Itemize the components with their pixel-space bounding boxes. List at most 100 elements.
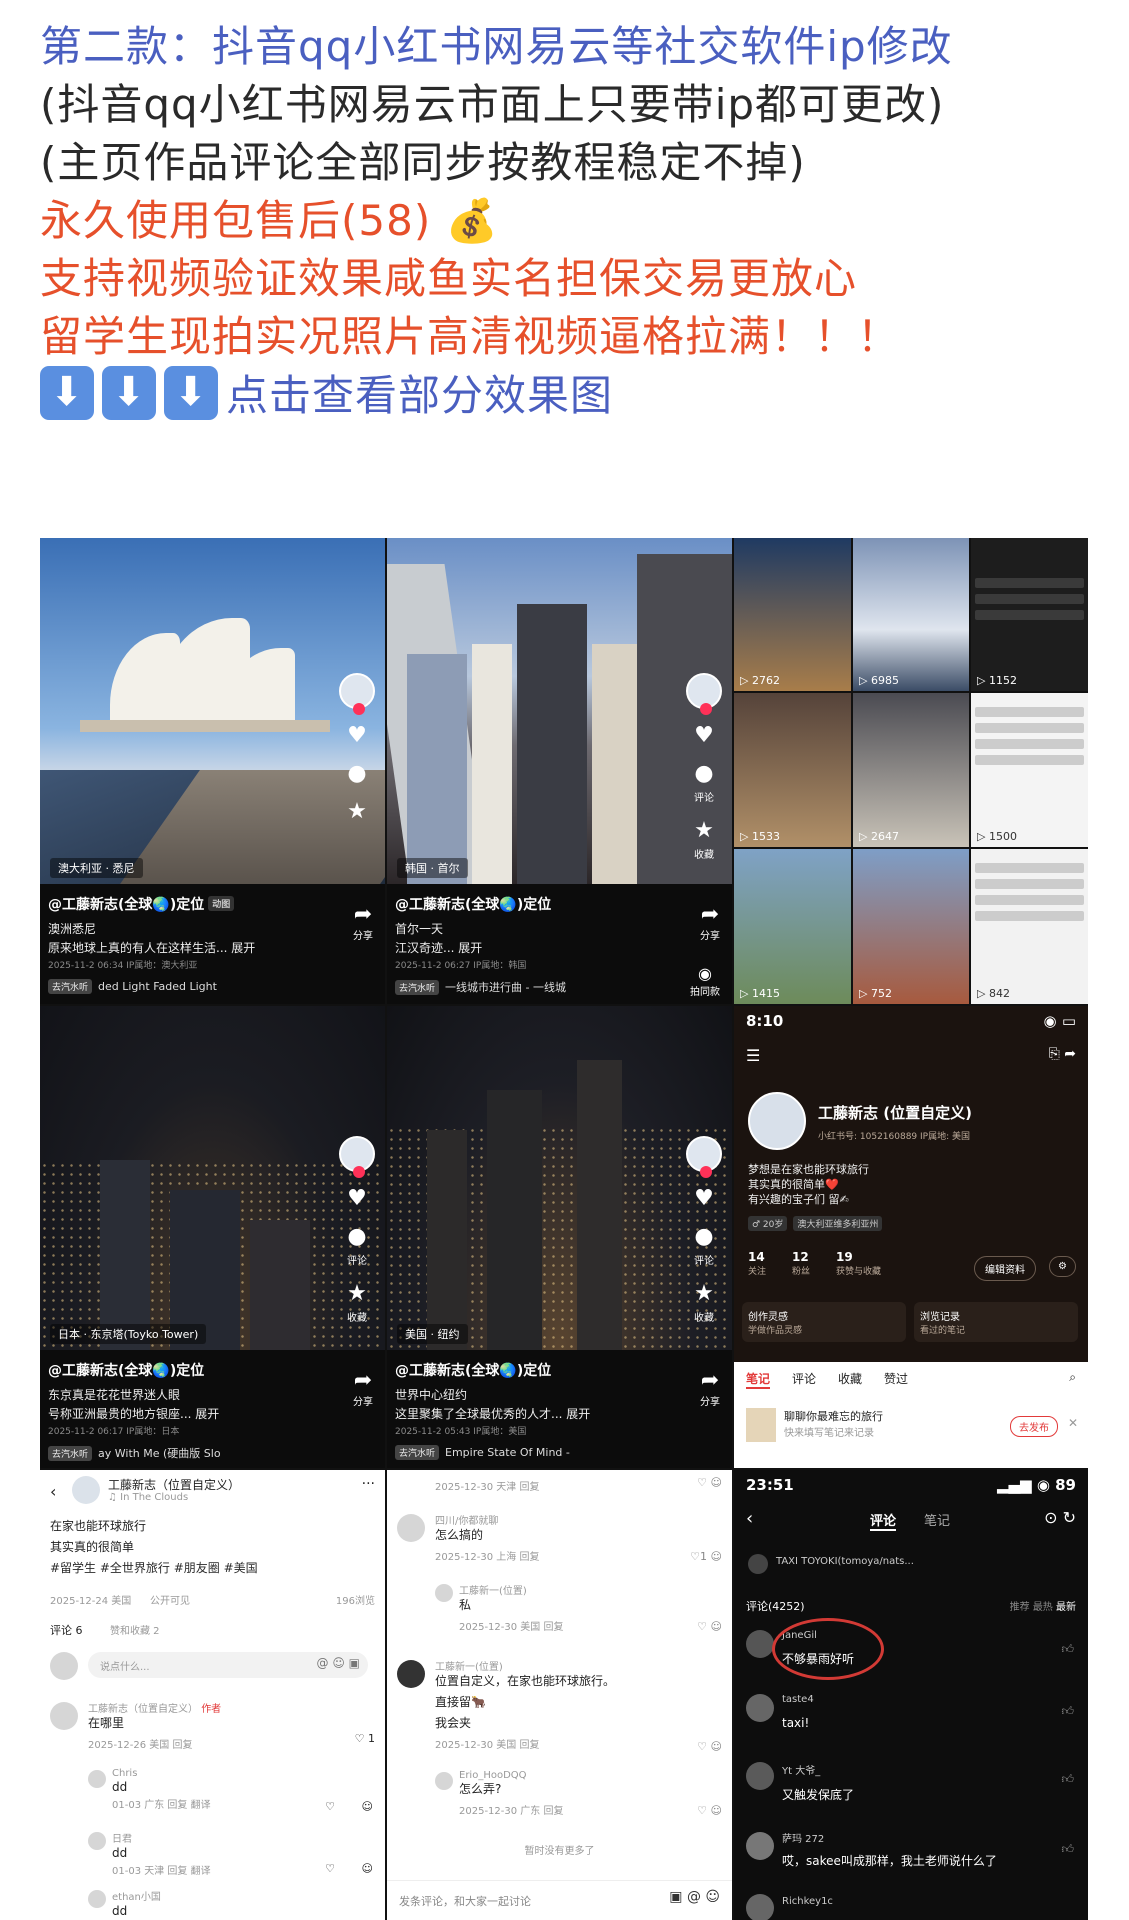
- like-button[interactable]: ♡1 ☺: [690, 1550, 722, 1563]
- avatar[interactable]: [339, 1136, 375, 1178]
- music-tag[interactable]: 去汽水听: [395, 1445, 440, 1460]
- image-at-emoji-icons[interactable]: ▣ @ ☺: [669, 1889, 720, 1905]
- share-button[interactable]: ➦ 分享: [353, 902, 373, 942]
- comment-icon[interactable]: ●: [694, 1226, 713, 1248]
- avatar[interactable]: [435, 1772, 453, 1790]
- star-icon[interactable]: ★: [694, 1283, 714, 1305]
- close-icon[interactable]: ✕: [1068, 1416, 1078, 1430]
- commenter-name[interactable]: Yt 大爷_: [782, 1762, 854, 1777]
- avatar[interactable]: [435, 1584, 453, 1602]
- history-card[interactable]: 浏览记录 看过的笔记: [914, 1302, 1078, 1342]
- profile-avatar[interactable]: [748, 1092, 806, 1150]
- creation-card[interactable]: 创作灵感 学做作品灵感: [742, 1302, 906, 1342]
- emoji-icon[interactable]: ☺: [362, 1862, 373, 1875]
- music-tag[interactable]: 去汽水听: [48, 979, 93, 994]
- settings-icon[interactable]: ⚙: [1049, 1256, 1076, 1277]
- caption-line-2[interactable]: 原来地球上真的有人在这样生活... 展开: [48, 939, 377, 956]
- caption-author[interactable]: @工藤新志(全球🌏)定位: [48, 1360, 377, 1380]
- tab-comments[interactable]: 评论: [792, 1370, 816, 1389]
- heart-icon[interactable]: ♥: [347, 1188, 367, 1210]
- back-icon[interactable]: ‹: [50, 1482, 56, 1501]
- music-tag[interactable]: 去汽水听: [395, 980, 440, 995]
- caption-author[interactable]: @工藤新志(全球🌏)定位: [395, 1360, 724, 1380]
- like-button[interactable]: ♡ ☺: [697, 1804, 722, 1817]
- heart-icon[interactable]: ♥: [347, 725, 367, 747]
- avatar[interactable]: [746, 1694, 774, 1722]
- commenter-name[interactable]: 日君: [112, 1830, 211, 1845]
- like-button[interactable]: ♡: [325, 1862, 335, 1875]
- sort-recommended[interactable]: 推荐: [1010, 1602, 1030, 1613]
- caption-line-2[interactable]: 号称亚洲最贵的地方银座... 展开: [48, 1405, 377, 1422]
- video-panel-tokyo[interactable]: 日本 · 东京塔(Toyko Tower) ♥ ● 评论 ★ 收藏 @工藤新志(…: [40, 1006, 385, 1468]
- commenter-name[interactable]: 萨玛 272: [782, 1830, 997, 1845]
- avatar[interactable]: [746, 1762, 774, 1790]
- emoji-icon[interactable]: @ ☺ ▣: [317, 1656, 360, 1670]
- tab-liked[interactable]: 赞过: [884, 1370, 908, 1389]
- back-icon[interactable]: ‹: [746, 1508, 753, 1529]
- tab-notes[interactable]: 笔记: [924, 1510, 950, 1529]
- thumbnail[interactable]: ▷ 1500: [971, 693, 1088, 847]
- commenter-name[interactable]: 工藤新一(位置): [459, 1582, 563, 1597]
- avatar[interactable]: [746, 1894, 774, 1920]
- avatar[interactable]: [88, 1832, 106, 1850]
- star-icon[interactable]: ★: [347, 801, 367, 823]
- caption-author[interactable]: @工藤新志(全球🌏)定位: [395, 894, 724, 914]
- like-button[interactable]: ♡ 1: [355, 1732, 375, 1745]
- menu-icon[interactable]: ☰: [746, 1046, 760, 1065]
- heart-icon[interactable]: ♥: [694, 725, 714, 747]
- music-tag[interactable]: 去汽水听: [48, 1446, 93, 1461]
- shoot-same-button[interactable]: ◉ 拍同款: [690, 964, 720, 998]
- star-icon[interactable]: ★: [347, 1283, 367, 1305]
- share-button[interactable]: ➦ 分享: [700, 1368, 720, 1408]
- thumbnail[interactable]: ▷ 752: [853, 849, 969, 1004]
- emoji-icon[interactable]: ☺: [362, 1800, 373, 1813]
- like-button[interactable]: 👍︎: [1061, 1842, 1074, 1857]
- avatar[interactable]: [72, 1476, 100, 1504]
- commenter-name[interactable]: 工藤新一(位置): [435, 1658, 615, 1673]
- like-button[interactable]: ♡: [325, 1800, 335, 1813]
- like-button[interactable]: ♡ ☺: [697, 1476, 722, 1489]
- stat-likes[interactable]: 19 获赞与收藏: [836, 1250, 881, 1277]
- tab-collect[interactable]: 收藏: [838, 1370, 862, 1389]
- edit-profile-button[interactable]: 编辑资料: [974, 1256, 1036, 1281]
- thumbnail[interactable]: ▷ 1415: [734, 849, 851, 1004]
- caption-line-2[interactable]: 江汉奇迹... 展开: [395, 939, 724, 956]
- like-button[interactable]: ♡ ☺: [697, 1620, 722, 1633]
- commenter-name[interactable]: taste4: [782, 1694, 814, 1705]
- commenter-name[interactable]: Richkey1c: [782, 1896, 833, 1907]
- thumbnail[interactable]: ▷ 842: [971, 849, 1088, 1004]
- avatar[interactable]: [686, 1136, 722, 1178]
- commenter-name[interactable]: 工藤新志（位置自定义）: [88, 1704, 198, 1715]
- stat-follow[interactable]: 14 关注: [748, 1250, 766, 1277]
- thumbnail[interactable]: ▷ 1152: [971, 538, 1088, 691]
- avatar[interactable]: [686, 673, 722, 715]
- avatar[interactable]: [397, 1660, 425, 1688]
- share-button[interactable]: ➦ 分享: [353, 1368, 373, 1408]
- commenter-name[interactable]: ethan小国: [112, 1888, 161, 1903]
- video-panel-seoul[interactable]: 韩国 · 首尔 ♥ ● 评论 ★ 收藏 @工藤新志(全球🌏)定位 首尔一天 江汉…: [387, 538, 732, 1004]
- thumbnail[interactable]: ▷ 2762: [734, 538, 851, 691]
- video-panel-sydney[interactable]: 澳大利亚 · 悉尼 ♥ ● ★ @工藤新志(全球🌏)定位 动图 澳洲悉尼 原来地球…: [40, 538, 385, 1004]
- avatar[interactable]: [88, 1770, 106, 1788]
- note-author[interactable]: 工藤新志（位置自定义）: [108, 1476, 240, 1493]
- commenter-name[interactable]: 四川/你都就聊: [435, 1512, 539, 1527]
- caption-author[interactable]: @工藤新志(全球🌏)定位: [48, 897, 204, 913]
- comment-icon[interactable]: ●: [694, 763, 713, 785]
- thumbnail[interactable]: ▷ 6985: [853, 538, 969, 691]
- camera-refresh-icons[interactable]: ⊙ ↻: [1044, 1508, 1076, 1527]
- sort-hot[interactable]: 最热: [1033, 1602, 1053, 1613]
- sort-newest[interactable]: 最新: [1056, 1602, 1076, 1613]
- more-icon[interactable]: ···: [362, 1476, 375, 1492]
- note-hashtags[interactable]: #留学生 #全世界旅行 #朋友圈 #美国: [50, 1560, 258, 1577]
- stat-fans[interactable]: 12 粉丝: [792, 1250, 810, 1277]
- comment-icon[interactable]: ●: [347, 1226, 366, 1248]
- heart-icon[interactable]: ♥: [694, 1188, 714, 1210]
- search-icon[interactable]: ⌕: [1069, 1370, 1076, 1389]
- commenter-name[interactable]: Erio_HooDQQ: [459, 1770, 563, 1781]
- avatar[interactable]: [746, 1832, 774, 1860]
- comment-input[interactable]: 说点什么... @ ☺ ▣: [88, 1652, 368, 1678]
- like-button[interactable]: 👍︎: [1061, 1772, 1074, 1787]
- note-music[interactable]: ♫ In The Clouds: [108, 1492, 188, 1503]
- thumbnail[interactable]: ▷ 2647: [853, 693, 969, 847]
- avatar[interactable]: [88, 1890, 106, 1908]
